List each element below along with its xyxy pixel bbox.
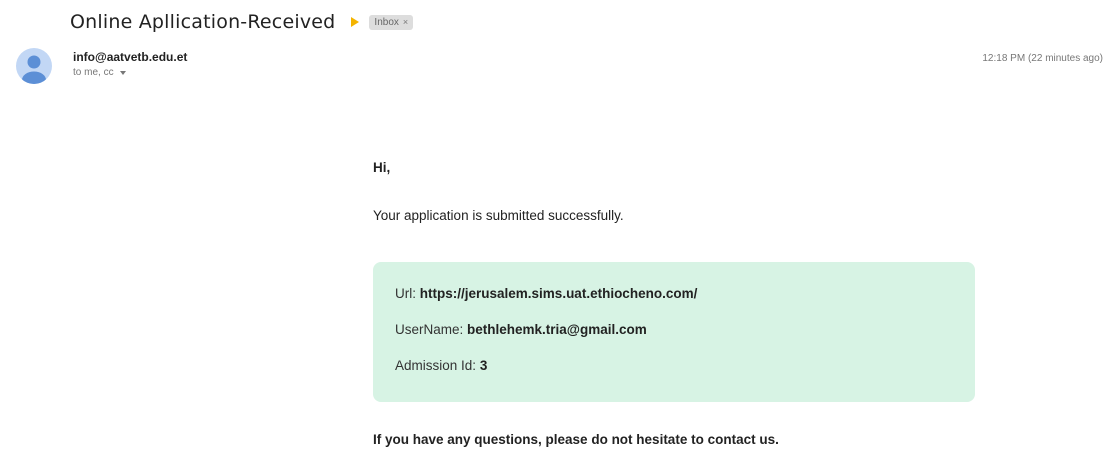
- admission-line: Admission Id: 3: [395, 358, 487, 373]
- closing-note: If you have any questions, please do not…: [373, 432, 779, 447]
- sender-address[interactable]: info@aatvetb.edu.et: [73, 50, 187, 64]
- admission-label: Admission Id:: [395, 358, 477, 373]
- email-subject: Online Apllication-Received: [70, 11, 336, 33]
- importance-marker-icon[interactable]: [351, 17, 360, 27]
- admission-value: 3: [479, 358, 488, 373]
- url-value[interactable]: https://jerusalem.sims.uat.ethiocheno.co…: [420, 286, 698, 301]
- email-timestamp: 12:18 PM (22 minutes ago): [982, 53, 1103, 64]
- url-line: Url: https://jerusalem.sims.uat.ethioche…: [395, 286, 697, 301]
- username-label: UserName:: [395, 322, 464, 337]
- sender-block: info@aatvetb.edu.et to me, cc: [73, 50, 187, 78]
- person-avatar-icon: [22, 55, 46, 84]
- recipients-toggle[interactable]: to me, cc: [73, 67, 187, 78]
- recipients-text: to me, cc: [73, 67, 114, 78]
- username-line: UserName: bethlehemk.tria@gmail.com: [395, 322, 647, 337]
- chevron-down-icon[interactable]: [119, 70, 126, 75]
- label-chip-text: Inbox: [374, 16, 399, 28]
- application-details-box: Url: https://jerusalem.sims.uat.ethioche…: [373, 262, 975, 402]
- greeting: Hi,: [373, 160, 391, 175]
- label-remove-icon[interactable]: ×: [403, 17, 408, 27]
- url-label: Url:: [395, 286, 416, 301]
- username-value[interactable]: bethlehemk.tria@gmail.com: [467, 322, 647, 337]
- confirmation-message: Your application is submitted successful…: [373, 208, 624, 223]
- inbox-label-chip[interactable]: Inbox ×: [369, 14, 414, 30]
- sender-avatar-icon[interactable]: [16, 48, 52, 84]
- email-subject-row: Online Apllication-Received Inbox ×: [70, 8, 414, 36]
